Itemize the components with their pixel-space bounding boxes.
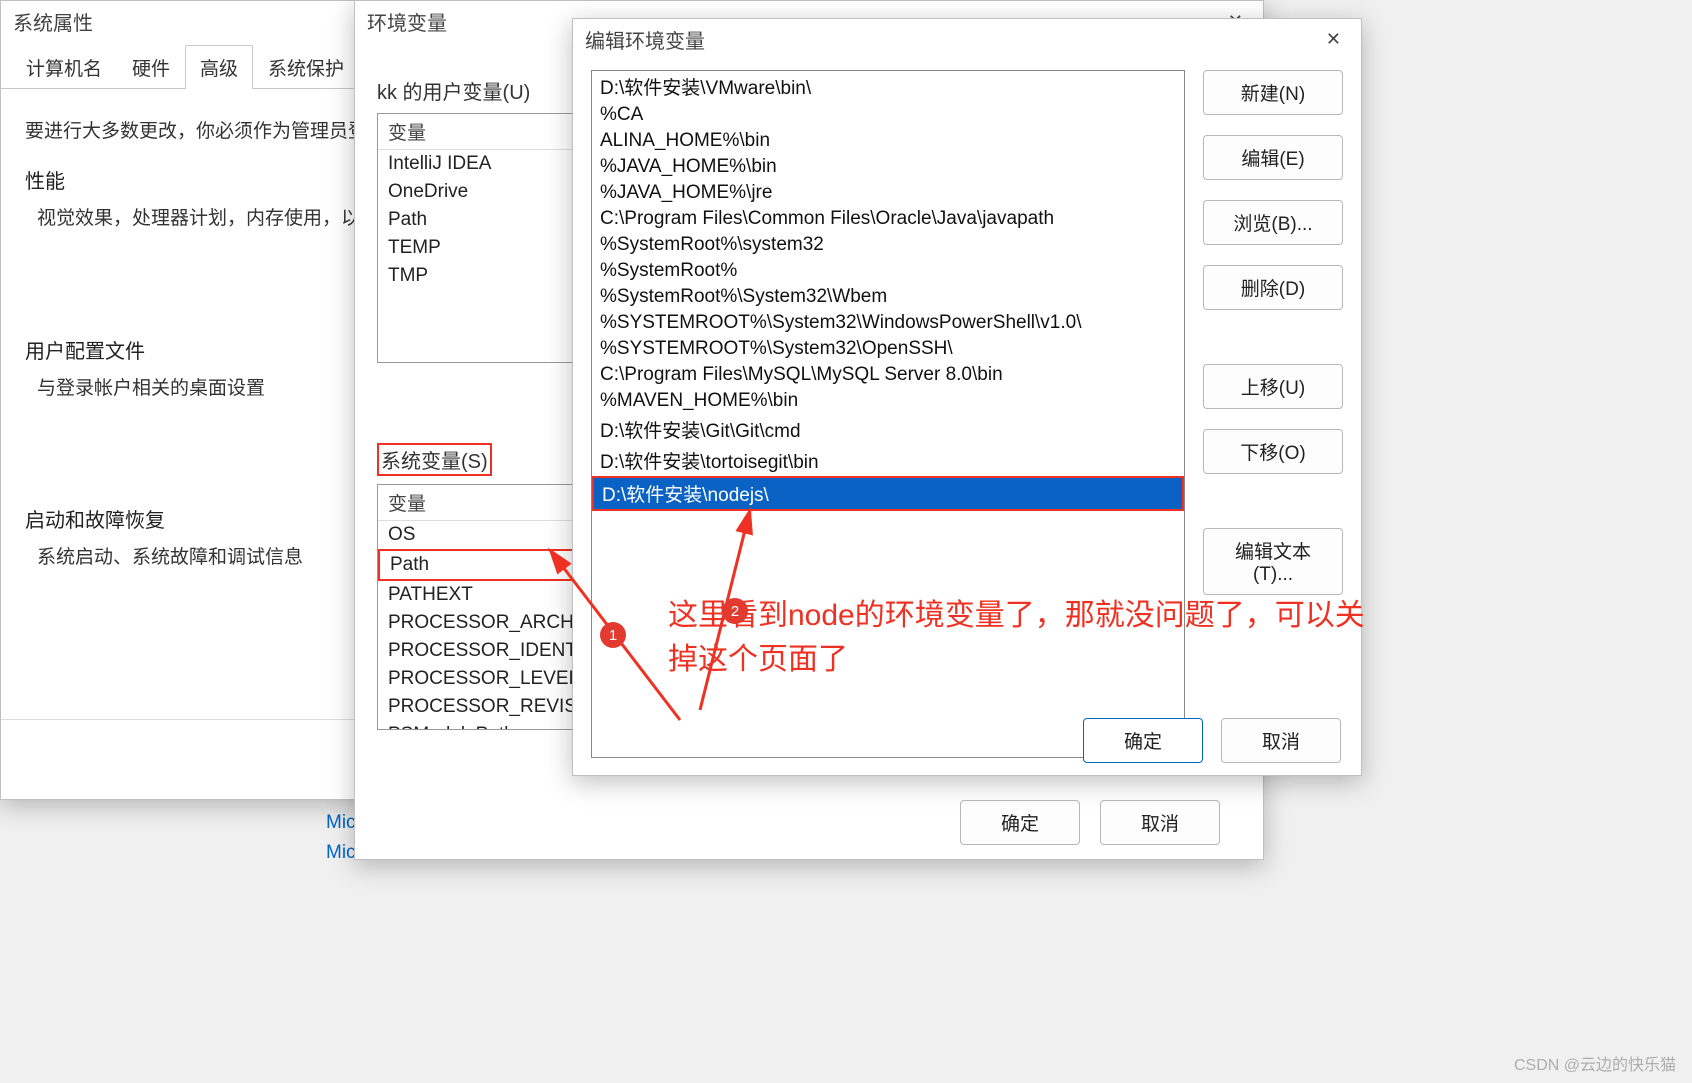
path-item[interactable]: %JAVA_HOME%\jre <box>592 180 1184 206</box>
move-down-button[interactable]: 下移(O) <box>1203 429 1343 474</box>
browse-button[interactable]: 浏览(B)... <box>1203 200 1343 245</box>
path-item[interactable]: %SystemRoot% <box>592 258 1184 284</box>
env-vars-footer: 确定 取消 <box>960 800 1220 845</box>
background-links: Mic Mic <box>326 808 356 869</box>
path-item[interactable]: D:\软件安装\Git\Git\cmd <box>592 414 1184 445</box>
edit-text-button[interactable]: 编辑文本(T)... <box>1203 528 1343 595</box>
path-item[interactable]: %MAVEN_HOME%\bin <box>592 388 1184 414</box>
path-item[interactable]: %CA <box>592 102 1184 128</box>
watermark: CSDN @云边的快乐猫 <box>1514 1051 1676 1075</box>
cancel-button[interactable]: 取消 <box>1100 800 1220 845</box>
close-icon[interactable]: ✕ <box>1318 27 1349 52</box>
cancel-button[interactable]: 取消 <box>1221 718 1341 763</box>
path-item[interactable]: D:\软件安装\tortoisegit\bin <box>592 445 1184 476</box>
annotation-text: 这里看到node的环境变量了，那就没问题了，可以关掉这个页面了 <box>668 594 1368 681</box>
path-item[interactable]: %SYSTEMROOT%\System32\WindowsPowerShell\… <box>592 310 1184 336</box>
path-item[interactable]: C:\Program Files\MySQL\MySQL Server 8.0\… <box>592 362 1184 388</box>
path-item[interactable]: C:\Program Files\Common Files\Oracle\Jav… <box>592 206 1184 232</box>
new-button[interactable]: 新建(N) <box>1203 70 1343 115</box>
ok-button[interactable]: 确定 <box>1083 718 1203 763</box>
annotation-badge-2: 2 <box>722 598 748 624</box>
dialog-title: 编辑环境变量 <box>585 25 705 54</box>
path-item[interactable]: %SystemRoot%\System32\Wbem <box>592 284 1184 310</box>
edit-button[interactable]: 编辑(E) <box>1203 135 1343 180</box>
user-vars-label: kk 的用户变量(U) <box>377 76 530 105</box>
tab-hardware[interactable]: 硬件 <box>117 45 185 89</box>
delete-button[interactable]: 删除(D) <box>1203 265 1343 310</box>
path-item[interactable]: %SystemRoot%\system32 <box>592 232 1184 258</box>
title-bar: 编辑环境变量 ✕ <box>573 19 1361 62</box>
tab-computer-name[interactable]: 计算机名 <box>11 45 117 89</box>
tab-advanced[interactable]: 高级 <box>185 45 253 89</box>
path-item[interactable]: D:\软件安装\VMware\bin\ <box>592 71 1184 102</box>
path-item[interactable]: ALINA_HOME%\bin <box>592 128 1184 154</box>
tab-system-protection[interactable]: 系统保护 <box>253 45 359 89</box>
dialog-footer: 确定 取消 <box>1083 718 1341 763</box>
dialog-title: 环境变量 <box>367 7 447 36</box>
path-item[interactable]: %JAVA_HOME%\bin <box>592 154 1184 180</box>
path-item-nodejs[interactable]: D:\软件安装\nodejs\ <box>592 476 1184 511</box>
path-item[interactable]: %SYSTEMROOT%\System32\OpenSSH\ <box>592 336 1184 362</box>
ok-button[interactable]: 确定 <box>960 800 1080 845</box>
dialog-title: 系统属性 <box>13 7 93 36</box>
annotation-badge-1: 1 <box>600 622 626 648</box>
move-up-button[interactable]: 上移(U) <box>1203 364 1343 409</box>
system-vars-label: 系统变量(S) <box>377 443 492 476</box>
